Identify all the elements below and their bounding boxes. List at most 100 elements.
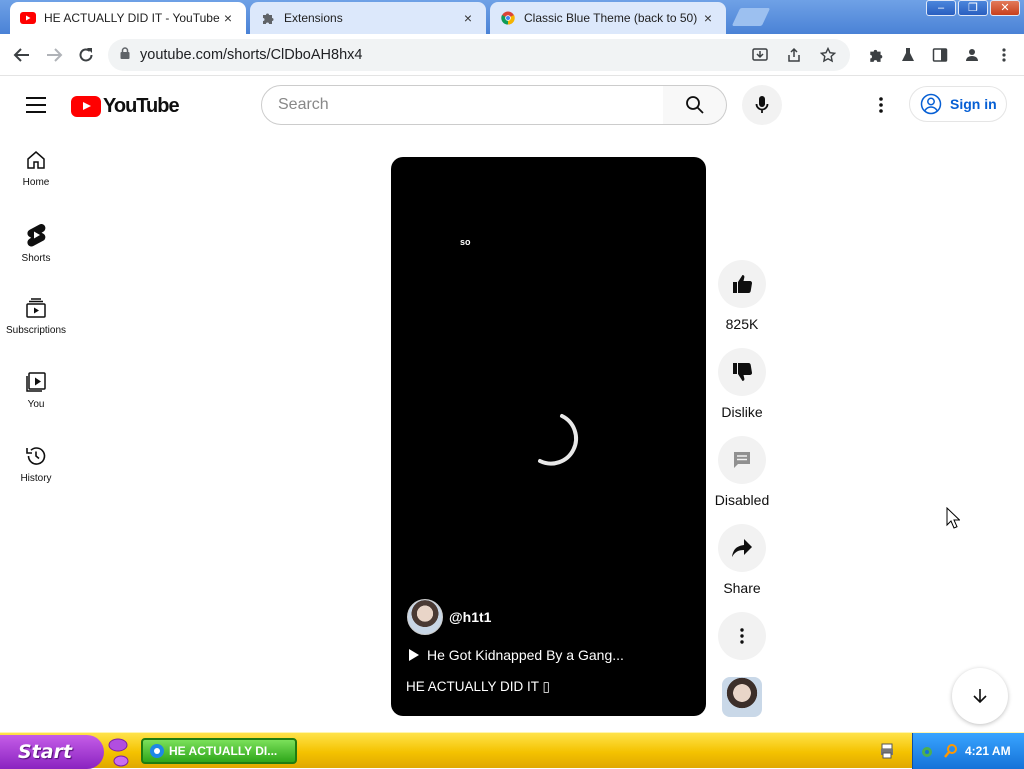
star-icon (820, 47, 836, 63)
close-window-button[interactable]: ✕ (990, 0, 1020, 16)
comments-button[interactable]: Disabled (712, 436, 772, 508)
tab-title: HE ACTUALLY DID IT - YouTube (44, 11, 220, 25)
forward-button[interactable] (38, 39, 70, 71)
history-icon (26, 447, 46, 465)
dislike-label: Dislike (721, 404, 763, 420)
extensions-button[interactable] (860, 39, 892, 71)
start-button[interactable]: Start (0, 735, 104, 769)
settings-menu-button[interactable] (866, 90, 896, 120)
labs-button[interactable] (892, 39, 924, 71)
mouse-cursor-icon (946, 507, 960, 529)
kebab-menu-icon (740, 628, 744, 644)
tab-extensions[interactable]: Extensions × (250, 2, 486, 34)
you-icon (26, 372, 46, 392)
close-tab-icon[interactable]: × (220, 10, 236, 26)
browser-menu-button[interactable] (988, 39, 1020, 71)
start-label: Start (18, 741, 73, 763)
taskbar-window-chrome[interactable]: HE ACTUALLY DI... (141, 738, 297, 764)
music-title: He Got Kidnapped By a Gang... (427, 647, 624, 663)
browser-toolbar: youtube.com/shorts/ClDboAH8hx4 (0, 34, 1024, 76)
guide-item-home[interactable]: Home (4, 133, 68, 207)
bookmark-button[interactable] (812, 39, 844, 71)
guide-menu-button[interactable] (20, 90, 52, 120)
youtube-play-icon (71, 96, 101, 117)
more-actions-button[interactable] (712, 612, 772, 660)
share-arrow-icon (732, 539, 752, 557)
channel-info[interactable]: @h1t1 (407, 599, 491, 635)
comments-circle[interactable] (718, 436, 766, 484)
printer-tray-icon[interactable] (880, 743, 894, 759)
forward-arrow-icon (47, 48, 63, 62)
like-count: 825K (725, 316, 759, 332)
shorts-icon (27, 224, 46, 247)
network-tray-icon[interactable] (921, 743, 937, 759)
sign-in-button[interactable]: Sign in (909, 86, 1007, 122)
youtube-logo[interactable]: YouTube (71, 95, 180, 118)
like-circle[interactable] (718, 260, 766, 308)
side-panel-button[interactable] (924, 39, 956, 71)
channel-avatar[interactable] (407, 599, 443, 635)
channel-thumbnail-avatar[interactable] (722, 677, 762, 717)
hamburger-icon (26, 97, 46, 99)
minimize-button[interactable]: – (926, 0, 956, 16)
youtube-header: YouTube Search Sign in (0, 77, 1024, 133)
comment-icon (734, 452, 750, 468)
more-circle[interactable] (718, 612, 766, 660)
browser-app-icon (150, 744, 164, 758)
chrome-icon (500, 10, 516, 26)
tab-youtube[interactable]: HE ACTUALLY DID IT - YouTube × (10, 2, 246, 34)
next-short-button[interactable] (952, 668, 1008, 724)
kebab-menu-icon (879, 97, 883, 113)
short-title[interactable]: HE ACTUALLY DID IT ▯ (406, 679, 550, 695)
dislike-button[interactable]: Dislike (712, 348, 772, 420)
address-bar[interactable]: youtube.com/shorts/ClDboAH8hx4 (108, 39, 850, 71)
search-icon (685, 96, 704, 114)
guide-item-subscriptions[interactable]: Subscriptions (4, 281, 68, 355)
thumbs-up-icon (733, 275, 753, 293)
flask-icon (902, 48, 914, 61)
browser-tab-strip: HE ACTUALLY DID IT - YouTube × Extension… (0, 0, 1024, 34)
guide-item-you[interactable]: You (4, 355, 68, 429)
search-button[interactable] (663, 85, 727, 125)
profile-button[interactable] (956, 39, 988, 71)
video-caption-text: so (460, 237, 471, 247)
reload-icon (79, 48, 93, 62)
window-controls: – ❐ ✕ (926, 0, 1020, 16)
music-link[interactable]: He Got Kidnapped By a Gang... (409, 647, 624, 663)
search-tray-icon[interactable] (943, 743, 959, 759)
install-app-button[interactable] (744, 39, 776, 71)
tab-title: Classic Blue Theme (back to 50) (524, 11, 698, 25)
profile-icon (966, 49, 978, 61)
reload-button[interactable] (70, 39, 102, 71)
like-button[interactable]: 825K (712, 260, 772, 332)
channel-handle[interactable]: @h1t1 (449, 609, 491, 625)
new-tab-button[interactable] (731, 8, 771, 26)
logo-text: YouTube (103, 95, 180, 117)
share-label: Share (723, 580, 761, 596)
start-decoration-icon (108, 738, 129, 767)
guide-item-shorts[interactable]: Shorts (4, 207, 68, 281)
share-circle[interactable] (718, 524, 766, 572)
restore-button[interactable]: ❐ (958, 0, 988, 16)
search-input[interactable]: Search (261, 85, 664, 125)
tab-classic-blue-theme[interactable]: Classic Blue Theme (back to 50) × (490, 2, 726, 34)
share-button[interactable]: Share (712, 524, 772, 596)
shorts-video-player[interactable]: so @h1t1 He Got Kidnapped By a Gang... H… (391, 157, 706, 716)
dislike-circle[interactable] (718, 348, 766, 396)
close-tab-icon[interactable]: × (460, 10, 476, 26)
back-button[interactable] (6, 39, 38, 71)
close-tab-icon[interactable]: × (700, 10, 716, 26)
microphone-icon (755, 96, 769, 113)
side-panel-icon (932, 48, 948, 62)
system-tray: 4:21 AM (912, 733, 1024, 769)
os-taskbar: Start HE ACTUALLY DI... 4:21 AM (0, 732, 1024, 769)
share-page-button[interactable] (778, 39, 810, 71)
voice-search-button[interactable] (742, 85, 782, 125)
thumbs-down-icon (733, 363, 753, 381)
puzzle-icon (260, 10, 276, 26)
kebab-menu-icon (1002, 48, 1006, 62)
task-label: HE ACTUALLY DI... (169, 744, 278, 758)
arrow-down-icon (973, 689, 987, 704)
guide-item-history[interactable]: History (4, 429, 68, 503)
lock-icon[interactable] (120, 47, 130, 63)
